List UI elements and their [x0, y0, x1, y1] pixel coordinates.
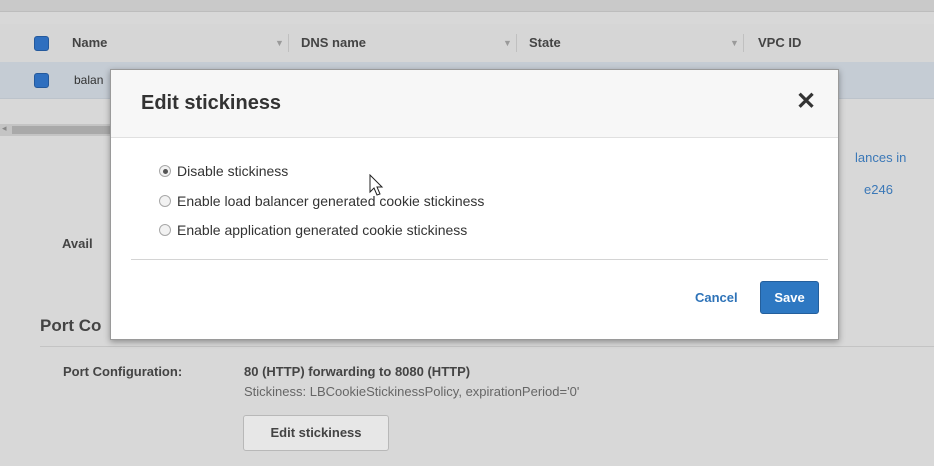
- mouse-pointer-icon: [369, 174, 384, 196]
- tab-divider: [0, 11, 934, 12]
- column-divider: [743, 34, 744, 52]
- sort-arrow-icon[interactable]: ▼: [275, 24, 284, 62]
- stickiness-summary: Stickiness: LBCookieStickinessPolicy, ex…: [244, 384, 580, 399]
- vpc-link-fragment[interactable]: e246: [864, 182, 893, 197]
- table-header: Name ▼ DNS name ▼ State ▼ VPC ID: [0, 24, 934, 63]
- dialog-title: Edit stickiness: [141, 92, 282, 114]
- instances-link-fragment[interactable]: lances in: [855, 150, 906, 165]
- radio-button[interactable]: [159, 224, 171, 236]
- dialog-divider: [131, 259, 828, 260]
- column-divider: [288, 34, 289, 52]
- column-divider: [516, 34, 517, 52]
- row-checkbox[interactable]: [34, 73, 49, 88]
- radio-button[interactable]: [159, 195, 171, 207]
- option-label[interactable]: Disable stickiness: [177, 163, 288, 179]
- select-all-checkbox[interactable]: [34, 36, 49, 51]
- port-configuration-heading: Port Co: [40, 316, 102, 335]
- edit-stickiness-dialog: Edit stickiness ✕ Disable stickiness Ena…: [110, 69, 839, 340]
- option-label[interactable]: Enable load balancer generated cookie st…: [177, 193, 484, 209]
- column-header-dns-name[interactable]: DNS name: [301, 24, 366, 62]
- option-label[interactable]: Enable application generated cookie stic…: [177, 222, 467, 238]
- column-header-vpc-id[interactable]: VPC ID: [758, 24, 801, 62]
- horizontal-scrollbar[interactable]: ◂: [0, 123, 120, 136]
- close-icon[interactable]: ✕: [791, 86, 821, 118]
- scrollbar-thumb[interactable]: [12, 126, 112, 134]
- port-configuration-value: 80 (HTTP) forwarding to 8080 (HTTP): [244, 364, 471, 379]
- row-name-cell: balan: [74, 73, 104, 87]
- port-configuration-label: Port Configuration:: [63, 364, 183, 379]
- edit-stickiness-button[interactable]: Edit stickiness: [243, 415, 389, 451]
- dialog-header: Edit stickiness ✕: [111, 70, 838, 138]
- availability-label: Avail: [62, 236, 93, 251]
- sort-arrow-icon[interactable]: ▼: [503, 24, 512, 62]
- column-header-name[interactable]: Name: [72, 24, 107, 62]
- column-header-state[interactable]: State: [529, 24, 561, 62]
- radio-button-selected[interactable]: [159, 165, 171, 177]
- sort-arrow-icon[interactable]: ▼: [730, 24, 739, 62]
- save-button[interactable]: Save: [760, 281, 819, 314]
- top-bar: [0, 0, 934, 12]
- scroll-left-icon[interactable]: ◂: [2, 123, 7, 134]
- section-divider: [40, 346, 934, 347]
- cancel-button[interactable]: Cancel: [695, 290, 738, 305]
